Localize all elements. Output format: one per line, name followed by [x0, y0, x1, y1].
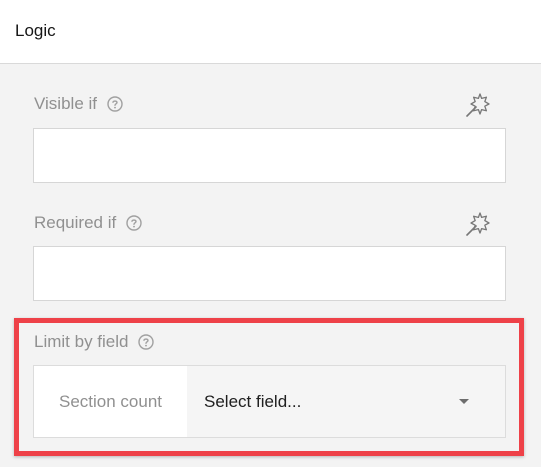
required-if-label-row: Required if	[34, 213, 142, 233]
required-if-input[interactable]	[33, 246, 506, 301]
help-circle-icon[interactable]	[107, 96, 123, 112]
logic-header: Logic	[0, 0, 541, 64]
visible-if-input[interactable]	[33, 128, 506, 183]
visible-if-label-row: Visible if	[34, 94, 123, 114]
highlight-annotation-box	[14, 318, 524, 456]
help-circle-icon[interactable]	[126, 215, 142, 231]
visible-if-magic-wand-icon[interactable]	[466, 91, 492, 117]
section-title: Logic	[15, 21, 56, 40]
visible-if-label: Visible if	[34, 94, 97, 113]
required-if-magic-wand-icon[interactable]	[466, 210, 492, 236]
required-if-label: Required if	[34, 213, 117, 232]
